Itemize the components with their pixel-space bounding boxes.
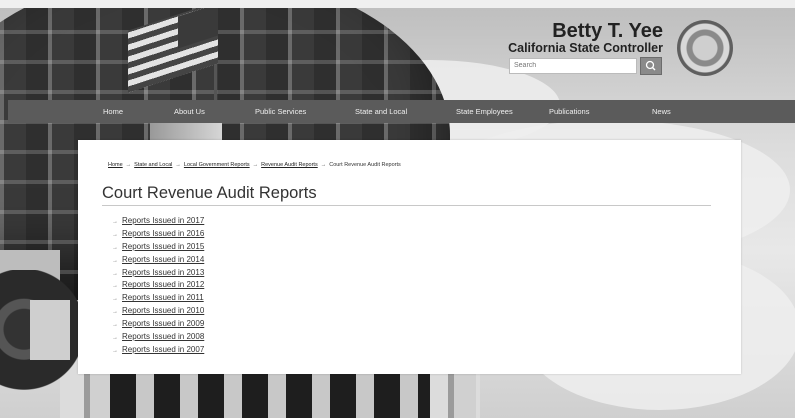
breadcrumb-revenue-audit-reports[interactable]: Revenue Audit Reports xyxy=(261,162,318,168)
list-item: → Reports Issued in 2016 xyxy=(112,229,204,242)
arrow-icon: → xyxy=(112,335,118,342)
arrow-icon: → xyxy=(112,257,118,264)
breadcrumb: Home → State and Local → Local Government Re… xyxy=(108,162,401,168)
report-link-2009[interactable]: Reports Issued in 2009 xyxy=(122,319,204,328)
breadcrumb-separator: → xyxy=(252,162,259,168)
breadcrumb-state-and-local[interactable]: State and Local xyxy=(134,162,172,168)
page-title: Court Revenue Audit Reports xyxy=(102,184,317,202)
list-item: → Reports Issued in 2007 xyxy=(112,345,204,358)
report-link-2014[interactable]: Reports Issued in 2014 xyxy=(122,255,204,264)
report-link-2013[interactable]: Reports Issued in 2013 xyxy=(122,268,204,277)
nav-home[interactable]: Home xyxy=(103,100,123,123)
arrow-icon: → xyxy=(112,309,118,316)
search-icon xyxy=(645,60,656,71)
nav-state-and-local[interactable]: State and Local xyxy=(355,100,407,123)
arrow-icon: → xyxy=(112,270,118,277)
list-item: → Reports Issued in 2013 xyxy=(112,268,204,281)
reports-list: → Reports Issued in 2017 → Reports Issued … xyxy=(112,216,204,358)
arrow-icon: → xyxy=(112,244,118,251)
report-link-2015[interactable]: Reports Issued in 2015 xyxy=(122,242,204,251)
nav-about-us[interactable]: About Us xyxy=(174,100,205,123)
arrow-icon: → xyxy=(112,283,118,290)
controller-title: California State Controller xyxy=(508,41,663,55)
arrow-icon: → xyxy=(112,231,118,238)
breadcrumb-separator: → xyxy=(320,162,327,168)
list-item: → Reports Issued in 2014 xyxy=(112,255,204,268)
nav-news[interactable]: News xyxy=(652,100,671,123)
top-strip xyxy=(0,0,795,8)
list-item: → Reports Issued in 2010 xyxy=(112,306,204,319)
report-link-2008[interactable]: Reports Issued in 2008 xyxy=(122,332,204,341)
report-link-2012[interactable]: Reports Issued in 2012 xyxy=(122,280,204,289)
search-input[interactable] xyxy=(509,58,637,74)
report-link-2016[interactable]: Reports Issued in 2016 xyxy=(122,229,204,238)
list-item: → Reports Issued in 2011 xyxy=(112,293,204,306)
list-item: → Reports Issued in 2017 xyxy=(112,216,204,229)
arrow-icon: → xyxy=(112,219,118,225)
list-item: → Reports Issued in 2008 xyxy=(112,332,204,345)
arrow-icon: → xyxy=(112,347,118,354)
controller-name: Betty T. Yee xyxy=(552,20,663,42)
arrow-icon: → xyxy=(112,296,118,303)
main-nav: Home About Us Public Services State and … xyxy=(8,100,795,123)
breadcrumb-current: Court Revenue Audit Reports xyxy=(329,162,401,168)
list-item: → Reports Issued in 2015 xyxy=(112,242,204,255)
state-controller-seal[interactable] xyxy=(677,20,733,76)
breadcrumb-separator: → xyxy=(175,162,181,168)
report-link-2007[interactable]: Reports Issued in 2007 xyxy=(122,345,204,354)
breadcrumb-local-government-reports[interactable]: Local Government Reports xyxy=(184,162,250,168)
arrow-icon: → xyxy=(112,322,118,329)
nav-state-employees[interactable]: State Employees xyxy=(456,100,513,123)
title-divider xyxy=(102,205,711,206)
content-panel: Home → State and Local → Local Government Re… xyxy=(78,140,741,374)
list-item: → Reports Issued in 2009 xyxy=(112,319,204,332)
list-item: → Reports Issued in 2012 xyxy=(112,280,204,293)
report-link-2017[interactable]: Reports Issued in 2017 xyxy=(122,216,204,225)
nav-publications[interactable]: Publications xyxy=(549,100,589,123)
report-link-2011[interactable]: Reports Issued in 2011 xyxy=(122,293,204,302)
breadcrumb-separator: → xyxy=(125,162,132,168)
search-button[interactable] xyxy=(640,57,662,75)
breadcrumb-home[interactable]: Home xyxy=(108,162,123,168)
report-link-2010[interactable]: Reports Issued in 2010 xyxy=(122,306,204,315)
nav-public-services[interactable]: Public Services xyxy=(255,100,306,123)
